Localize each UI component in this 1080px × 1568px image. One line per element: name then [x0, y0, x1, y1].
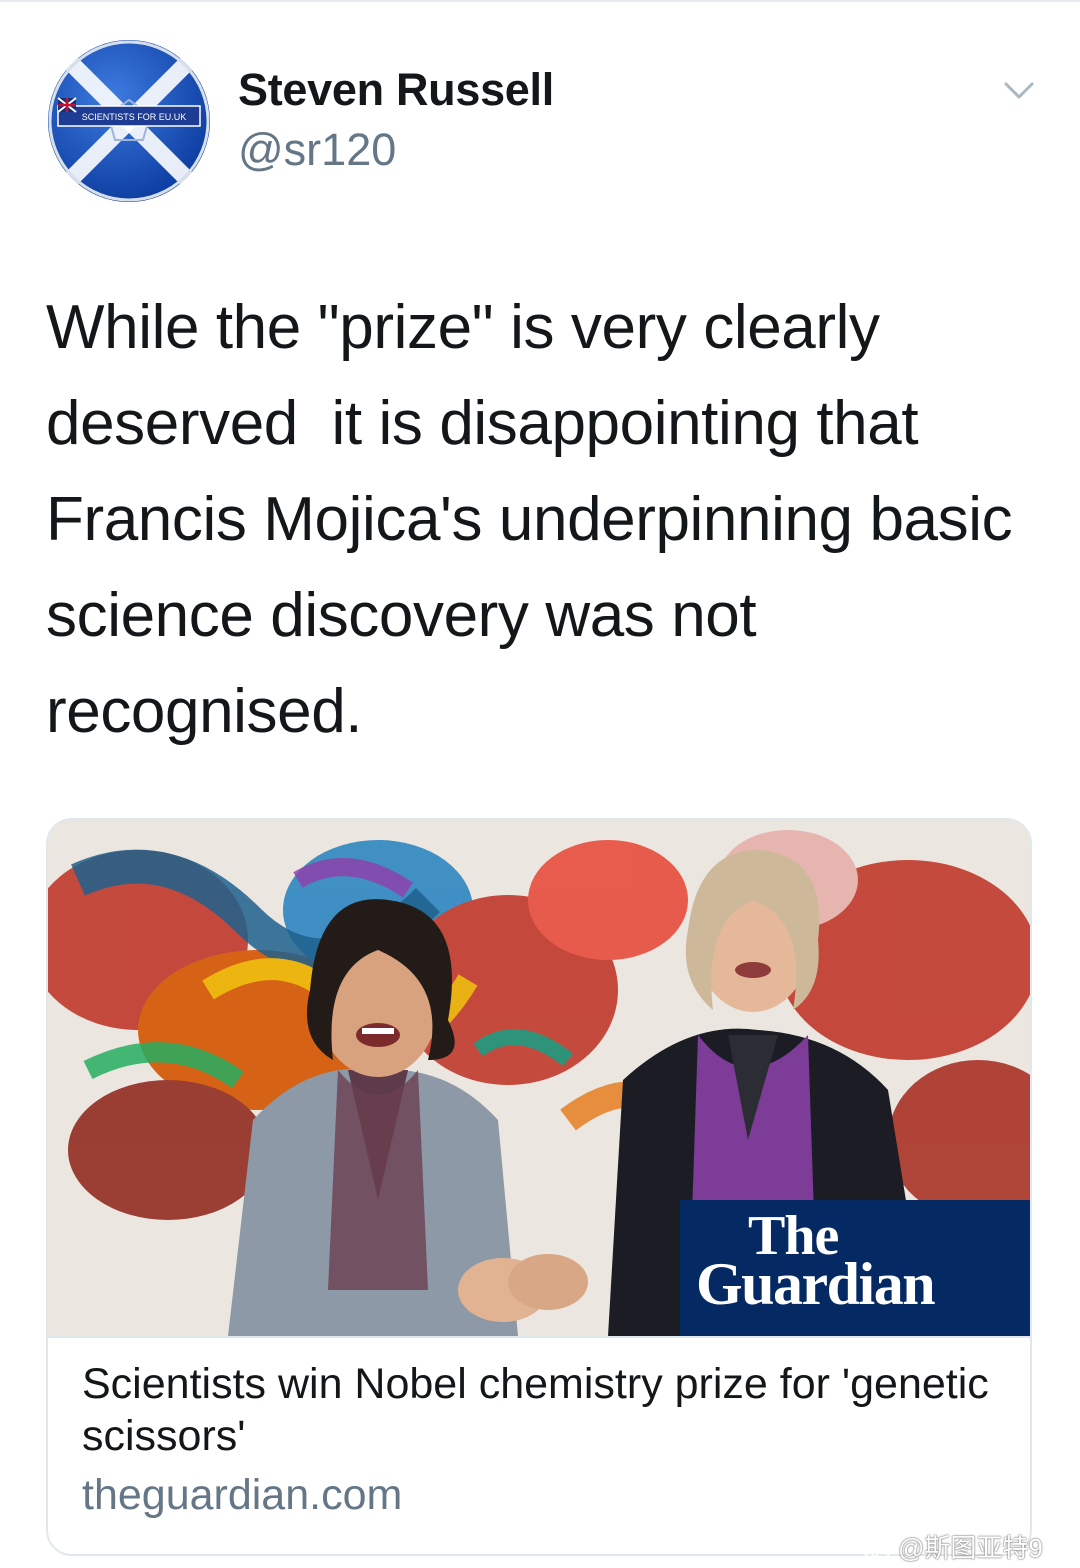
- card-domain[interactable]: theguardian.com: [82, 1468, 1000, 1522]
- avatar-banner-text: SCIENTISTS FOR EU.UK: [82, 112, 187, 122]
- watermark-text: @斯图亚特9: [898, 1533, 1043, 1563]
- guardian-logo: The Guardian: [680, 1200, 1030, 1336]
- avatar-image: SCIENTISTS FOR EU.UK: [48, 40, 210, 202]
- card-body: Scientists win Nobel chemistry prize for…: [48, 1336, 1030, 1522]
- top-divider: [0, 0, 1080, 2]
- card-title[interactable]: Scientists win Nobel chemistry prize for…: [82, 1358, 1000, 1462]
- author-handle[interactable]: @sr120: [238, 124, 396, 176]
- avatar[interactable]: SCIENTISTS FOR EU.UK: [48, 40, 210, 202]
- card-image: The Guardian: [48, 820, 1030, 1336]
- guardian-logo-line2: Guardian: [696, 1251, 936, 1317]
- watermark: @斯图亚特9: [862, 1528, 1043, 1565]
- link-preview-card[interactable]: The Guardian Scientists win Nobel chemis…: [46, 818, 1032, 1556]
- tweet-text: While the "prize" is very clearly deserv…: [46, 293, 1030, 746]
- author-display-name[interactable]: Steven Russell: [238, 64, 554, 116]
- chevron-down-icon[interactable]: [996, 70, 1042, 110]
- weibo-icon: [864, 1540, 894, 1562]
